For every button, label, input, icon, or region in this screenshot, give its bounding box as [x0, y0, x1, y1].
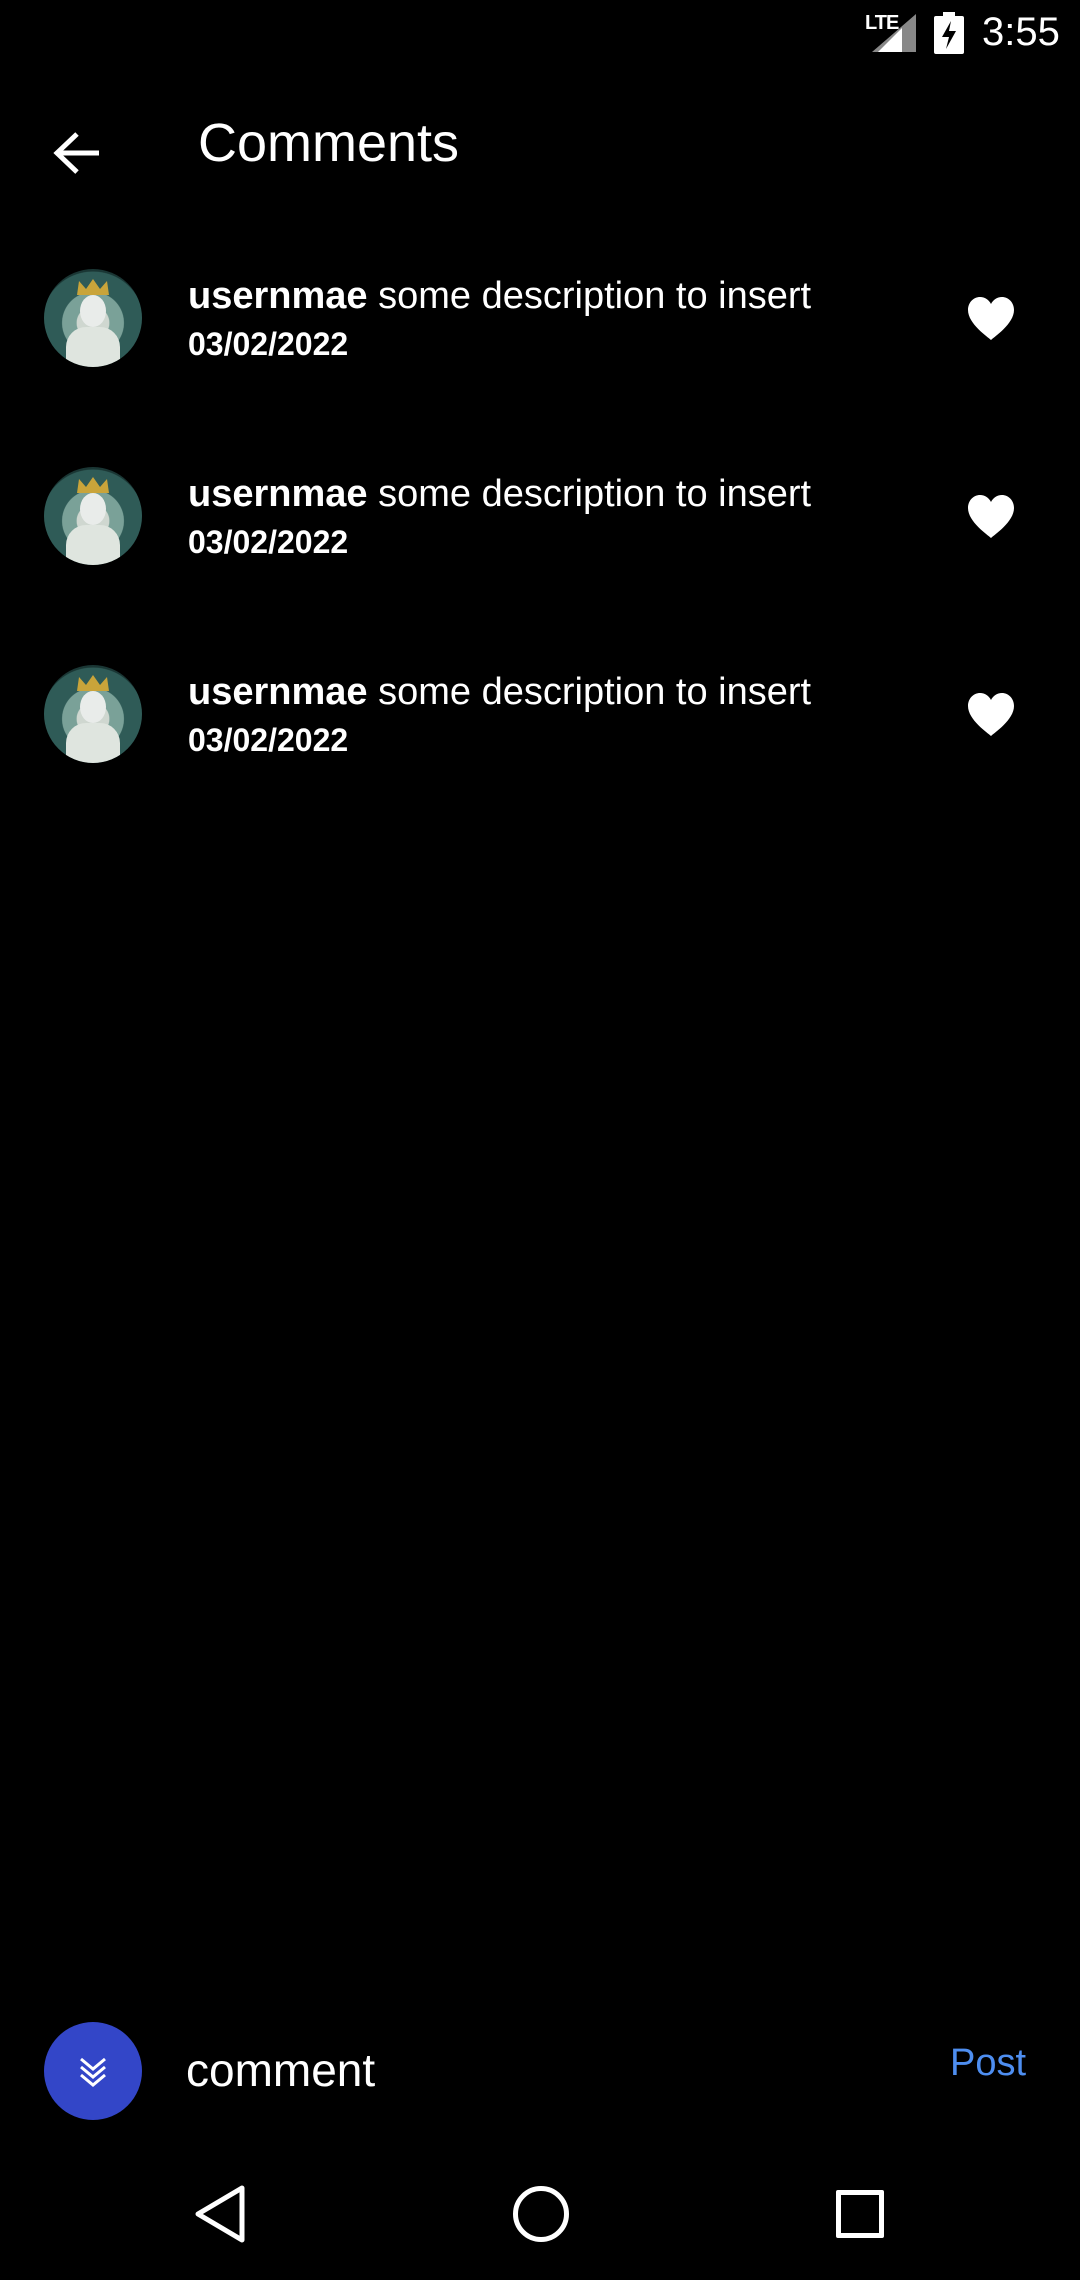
- comment-list: usernmae some description to insert 03/0…: [0, 218, 1080, 812]
- page-title: Comments: [198, 113, 460, 173]
- signal-icon: [872, 14, 916, 52]
- system-nav-bar: [0, 2148, 1080, 2280]
- comment-username[interactable]: usernmae: [188, 473, 368, 515]
- avatar[interactable]: [44, 467, 142, 565]
- comment-item: usernmae some description to insert 03/0…: [0, 218, 1080, 416]
- composer-avatar[interactable]: [44, 2022, 142, 2120]
- avatar-body: [66, 327, 120, 367]
- clock-time: 3:55: [982, 10, 1060, 54]
- comment-input-wrapper: [186, 2030, 906, 2110]
- status-bar: LTE 3:55: [0, 0, 1080, 68]
- comment-body: some description to insert: [378, 275, 812, 317]
- comment-date: 03/02/2022: [188, 722, 349, 758]
- crown-icon: [77, 477, 109, 493]
- comment-body: some description to insert: [378, 473, 812, 515]
- avatar-face: [80, 691, 106, 723]
- comment-username[interactable]: usernmae: [188, 671, 368, 713]
- comment-text: usernmae some description to insert: [188, 470, 811, 518]
- comment-item: usernmae some description to insert 03/0…: [0, 416, 1080, 614]
- arrow-left-icon: [53, 132, 99, 174]
- battery-charging-icon: [934, 12, 964, 54]
- post-button[interactable]: Post: [950, 2042, 1026, 2085]
- heart-icon[interactable]: [966, 494, 1016, 540]
- back-button[interactable]: [40, 116, 114, 190]
- circle-home-icon[interactable]: [513, 2186, 569, 2242]
- comment-composer: Post: [0, 2012, 1080, 2128]
- comments-screen: LTE 3:55 Comments usernmae some descript…: [0, 0, 1080, 2280]
- comment-item: usernmae some description to insert 03/0…: [0, 614, 1080, 812]
- comment-text: usernmae some description to insert: [188, 668, 811, 716]
- avatar-face: [80, 295, 106, 327]
- square-recents-icon[interactable]: [836, 2190, 884, 2238]
- comment-text: usernmae some description to insert: [188, 272, 811, 320]
- avatar-body: [66, 525, 120, 565]
- app-bar: Comments: [0, 68, 1080, 218]
- heart-icon[interactable]: [966, 692, 1016, 738]
- comment-input[interactable]: [186, 2043, 906, 2097]
- comment-username[interactable]: usernmae: [188, 275, 368, 317]
- avatar[interactable]: [44, 269, 142, 367]
- crown-icon: [77, 279, 109, 295]
- triangle-back-icon[interactable]: [192, 2184, 248, 2244]
- chevrons-down-icon: [80, 2057, 106, 2087]
- comment-date: 03/02/2022: [188, 524, 349, 560]
- comment-body: some description to insert: [378, 671, 812, 713]
- crown-icon: [77, 675, 109, 691]
- avatar[interactable]: [44, 665, 142, 763]
- comment-date: 03/02/2022: [188, 326, 349, 362]
- avatar-face: [80, 493, 106, 525]
- heart-icon[interactable]: [966, 296, 1016, 342]
- avatar-body: [66, 723, 120, 763]
